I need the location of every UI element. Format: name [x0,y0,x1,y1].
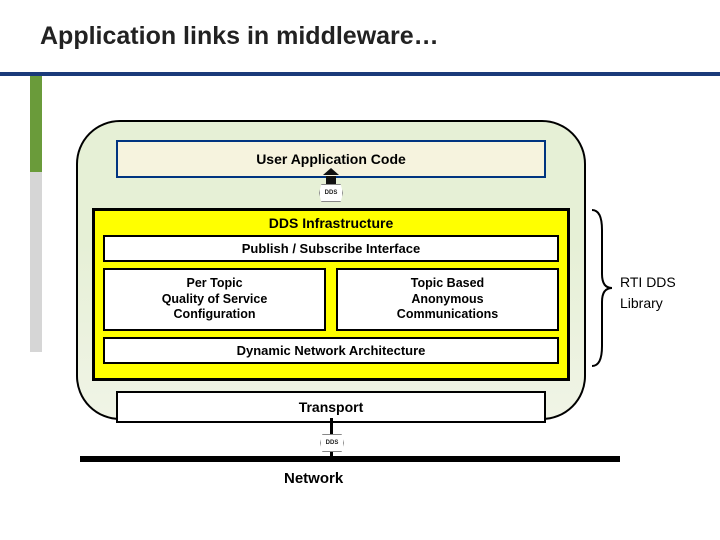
publish-subscribe-box: Publish / Subscribe Interface [103,235,559,262]
qos-box: Per Topic Quality of Service Configurati… [103,268,326,331]
network-label: Network [284,470,343,487]
dds-badge-label: DDS [325,190,338,196]
topic-comm-box: Topic Based Anonymous Communications [336,268,559,331]
qos-topic-row: Per Topic Quality of Service Configurati… [103,268,559,331]
dds-badge-icon: DDS [319,184,343,202]
network-bar [80,456,620,462]
middleware-package: User Application Code DDS DDS Infrastruc… [76,120,586,420]
dds-badge-label-lower: DDS [326,440,339,446]
curly-brace-icon [588,208,614,368]
library-label-line1: RTI DDS [620,272,676,293]
dds-infrastructure-label: DDS Infrastructure [103,213,559,235]
dynamic-architecture-box: Dynamic Network Architecture [103,337,559,364]
library-label: RTI DDS Library [620,272,676,314]
title-underline [0,72,720,76]
dds-badge-icon-lower: DDS [320,434,344,452]
page-title: Application links in middleware… [40,22,439,51]
decorative-strip-gray [30,172,42,352]
library-label-line2: Library [620,293,676,314]
decorative-strip-green [30,76,42,172]
dds-infrastructure-group: DDS Infrastructure Publish / Subscribe I… [92,208,570,381]
